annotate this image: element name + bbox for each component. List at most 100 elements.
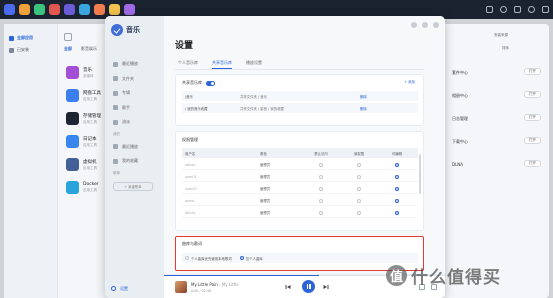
tab-media[interactable]: 影音娱乐 bbox=[81, 46, 97, 52]
dock-app-icon[interactable] bbox=[34, 4, 45, 15]
installed-icon bbox=[9, 47, 14, 53]
open-app-button[interactable]: 打开 bbox=[524, 91, 541, 98]
dock-app-icon[interactable] bbox=[49, 4, 60, 15]
next-icon[interactable] bbox=[323, 284, 329, 290]
dock-app-icon[interactable] bbox=[124, 4, 135, 15]
permission-radio[interactable] bbox=[357, 174, 361, 179]
nav-item-icon bbox=[113, 158, 118, 164]
permission-row: guest 管理员 bbox=[182, 196, 418, 206]
permission-radio[interactable] bbox=[319, 186, 323, 191]
dock-app-icon[interactable] bbox=[109, 4, 120, 15]
right-app-item: 相册中心 打开 bbox=[452, 84, 547, 107]
tab-all[interactable]: 全部 bbox=[64, 46, 72, 52]
right-app-list: 套件中心 打开 相册中心 打开 日志管理 打开 下载中心 打开 DLNA 打开 bbox=[452, 61, 547, 176]
close-icon[interactable] bbox=[433, 22, 439, 28]
app-icon bbox=[66, 66, 79, 79]
tab-personal-library[interactable]: 个人音乐库 bbox=[178, 60, 198, 69]
permission-radio[interactable] bbox=[357, 198, 361, 203]
permission-radio[interactable] bbox=[319, 198, 323, 203]
dock-app-icon[interactable] bbox=[19, 4, 30, 15]
permission-radio[interactable] bbox=[357, 186, 361, 191]
now-playing: My Little Pain - My Little bbox=[191, 282, 239, 287]
delete-link[interactable]: 删除 bbox=[360, 106, 367, 111]
nav-item[interactable]: 最近播放 bbox=[111, 140, 161, 155]
sort-filter[interactable]: 排序 bbox=[502, 46, 509, 51]
nav-item-label: 文件夹 bbox=[122, 75, 134, 81]
shared-library-toggle[interactable] bbox=[206, 80, 215, 86]
nav-item[interactable]: 专辑 bbox=[111, 86, 161, 101]
permission-radio[interactable] bbox=[395, 198, 399, 203]
topbar-right bbox=[486, 6, 549, 13]
playback-progress-fill bbox=[164, 275, 319, 276]
dock-app-icon[interactable] bbox=[4, 4, 15, 15]
permission-radio[interactable] bbox=[395, 186, 399, 191]
scrollbar[interactable] bbox=[419, 154, 421, 194]
delete-link[interactable]: 删除 bbox=[360, 94, 367, 99]
permission-radio[interactable] bbox=[395, 162, 399, 167]
tab-shared-library[interactable]: 共享音乐库 bbox=[212, 60, 232, 69]
radio-local-lyrics[interactable] bbox=[185, 256, 189, 260]
app-icon bbox=[66, 181, 79, 194]
nav-item[interactable]: 最近播放 bbox=[111, 57, 161, 72]
user-name: user02 bbox=[185, 186, 197, 191]
add-folder-button[interactable]: + 添加 bbox=[404, 80, 415, 85]
music-nav: 最近播放 文件夹 专辑 歌手 流派 我的 最近播放 我的收藏 歌单 + 新建歌单 bbox=[111, 57, 161, 191]
nav-item[interactable]: 我的收藏 bbox=[111, 154, 161, 169]
user-icon[interactable] bbox=[514, 6, 521, 13]
library-options: 个人曲库优先使用本地歌词 仅个人曲库 bbox=[182, 253, 418, 263]
source-filter[interactable]: 安装来源 bbox=[494, 33, 508, 38]
open-app-button[interactable]: 打开 bbox=[524, 137, 541, 144]
sidebar-item-all-apps[interactable]: 全部应用 bbox=[4, 32, 57, 44]
music-logo: 音乐 bbox=[111, 24, 140, 36]
folder-row: /音乐 共享文件夹 / 音乐 删除 bbox=[182, 91, 418, 101]
settings-button[interactable]: 设置 bbox=[111, 284, 151, 293]
new-playlist-button[interactable]: + 新建歌单 bbox=[113, 181, 153, 191]
previous-icon[interactable] bbox=[285, 284, 291, 290]
permission-radio[interactable] bbox=[395, 174, 399, 179]
back-arrow-icon[interactable] bbox=[64, 33, 72, 41]
permission-radio[interactable] bbox=[319, 162, 323, 167]
dock-app-icon[interactable] bbox=[64, 4, 75, 15]
app-category: 应用工具 bbox=[83, 96, 97, 101]
permission-radio[interactable] bbox=[357, 210, 361, 215]
album-cover[interactable] bbox=[175, 281, 187, 293]
app-text: 网盘工具 应用工具 bbox=[83, 90, 101, 102]
permission-radio[interactable] bbox=[319, 174, 323, 179]
option-personal-only[interactable]: 仅个人曲库 bbox=[239, 256, 263, 261]
nav-item[interactable]: 文件夹 bbox=[111, 72, 161, 87]
library-lyrics-title: 曲库与歌词 bbox=[182, 241, 202, 246]
search-icon[interactable] bbox=[528, 6, 535, 13]
pause-button[interactable] bbox=[302, 280, 315, 293]
nav-item[interactable]: 歌手 bbox=[111, 101, 161, 116]
option-local-lyrics[interactable]: 个人曲库优先使用本地歌词 bbox=[185, 256, 232, 261]
right-app-name: 套件中心 bbox=[452, 69, 468, 75]
open-app-button[interactable]: 打开 bbox=[524, 68, 541, 75]
app-text: 音乐 多媒体 bbox=[83, 67, 94, 79]
permission-cell bbox=[340, 198, 378, 203]
user-name: admin bbox=[185, 162, 196, 167]
maximize-icon[interactable] bbox=[422, 22, 428, 28]
user-role: 管理员 bbox=[260, 175, 271, 179]
settings-icon[interactable] bbox=[542, 6, 549, 13]
app-category: 多媒体 bbox=[83, 73, 94, 78]
minimize-icon[interactable] bbox=[411, 22, 417, 28]
permission-radio[interactable] bbox=[395, 210, 399, 215]
permission-cell bbox=[340, 210, 378, 215]
sidebar-item-installed[interactable]: 已安装 bbox=[4, 44, 57, 56]
app-center-sidebar: 全部应用 已安装 bbox=[4, 24, 58, 298]
permission-radio[interactable] bbox=[357, 162, 361, 167]
dock-app-icon[interactable] bbox=[94, 4, 105, 15]
notification-icon[interactable] bbox=[500, 6, 507, 13]
open-app-button[interactable]: 打开 bbox=[524, 114, 541, 121]
grid-icon[interactable] bbox=[486, 6, 493, 13]
watermark-logo: 值 bbox=[386, 265, 407, 286]
user-name: guest bbox=[185, 198, 195, 203]
right-app-item: 日志管理 打开 bbox=[452, 107, 547, 130]
tab-playback-settings[interactable]: 播放设置 bbox=[246, 60, 262, 69]
permission-radio[interactable] bbox=[319, 210, 323, 215]
nav-item[interactable]: 流派 bbox=[111, 115, 161, 130]
dock-app-icon[interactable] bbox=[79, 4, 90, 15]
open-app-button[interactable]: 打开 bbox=[524, 160, 541, 167]
nav-item-icon bbox=[113, 119, 118, 125]
radio-personal-only[interactable] bbox=[239, 256, 244, 260]
